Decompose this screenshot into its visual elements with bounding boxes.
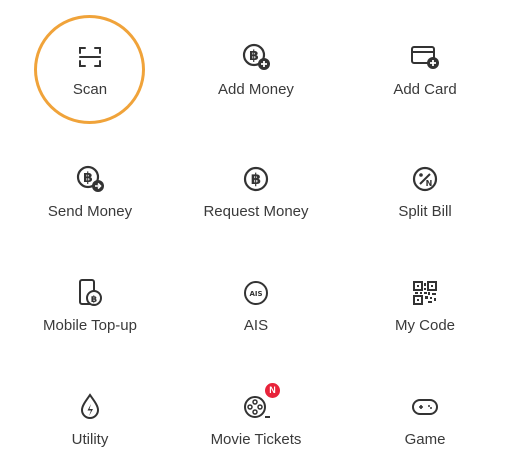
menu-item-label: Mobile Top-up — [43, 317, 137, 334]
svg-text:฿: ฿ — [83, 170, 93, 186]
menu-item-label: Add Card — [393, 81, 457, 98]
menu-item-label: Send Money — [47, 203, 133, 220]
menu-item-label: Add Money — [218, 81, 294, 98]
split-bill-icon: N — [408, 162, 442, 196]
menu-item-ais[interactable]: AIS AIS — [181, 276, 331, 346]
menu-item-label: My Code — [394, 317, 456, 334]
menu-item-scan[interactable]: Scan — [15, 40, 165, 110]
add-money-icon: ฿ — [239, 40, 273, 74]
request-money-icon: ฿ — [239, 162, 273, 196]
mobile-topup-icon: ฿ — [73, 276, 107, 310]
menu-item-game[interactable]: Game — [350, 390, 500, 460]
svg-text:฿: ฿ — [91, 295, 97, 305]
menu-item-split-bill[interactable]: N Split Bill — [350, 162, 500, 232]
send-money-icon: ฿ — [73, 162, 107, 196]
menu-item-utility[interactable]: Utility — [15, 390, 165, 460]
svg-text:N: N — [426, 179, 433, 188]
menu-item-label: Request Money — [203, 203, 309, 220]
menu-item-add-card[interactable]: Add Card — [350, 40, 500, 110]
menu-item-my-code[interactable]: My Code — [350, 276, 500, 346]
new-badge: N — [265, 383, 280, 398]
add-card-icon — [408, 40, 442, 74]
scan-icon — [73, 40, 107, 74]
menu-item-label: Split Bill — [398, 203, 452, 220]
menu-item-request-money[interactable]: ฿ Request Money — [181, 162, 331, 232]
menu-item-movie-tickets[interactable]: N Movie Tickets — [181, 383, 331, 460]
menu-item-label: Game — [404, 431, 446, 448]
ais-icon-text: AIS — [249, 290, 262, 298]
svg-text:฿: ฿ — [249, 48, 259, 64]
ais-icon: AIS — [239, 276, 273, 310]
menu-item-add-money[interactable]: ฿ Add Money — [181, 40, 331, 110]
menu-item-send-money[interactable]: ฿ Send Money — [15, 162, 165, 232]
quick-actions-grid: Scan ฿ Add Money Add Card ฿ Send Money ฿… — [0, 0, 513, 451]
menu-item-mobile-topup[interactable]: ฿ Mobile Top-up — [15, 276, 165, 346]
svg-text:฿: ฿ — [251, 170, 261, 188]
utility-icon — [73, 390, 107, 424]
qr-code-icon — [408, 276, 442, 310]
movie-tickets-icon: N — [239, 383, 280, 424]
game-icon — [408, 390, 442, 424]
menu-item-label: AIS — [243, 317, 269, 334]
menu-item-label: Scan — [72, 81, 108, 98]
menu-item-label: Utility — [71, 431, 109, 448]
menu-item-label: Movie Tickets — [210, 431, 302, 448]
